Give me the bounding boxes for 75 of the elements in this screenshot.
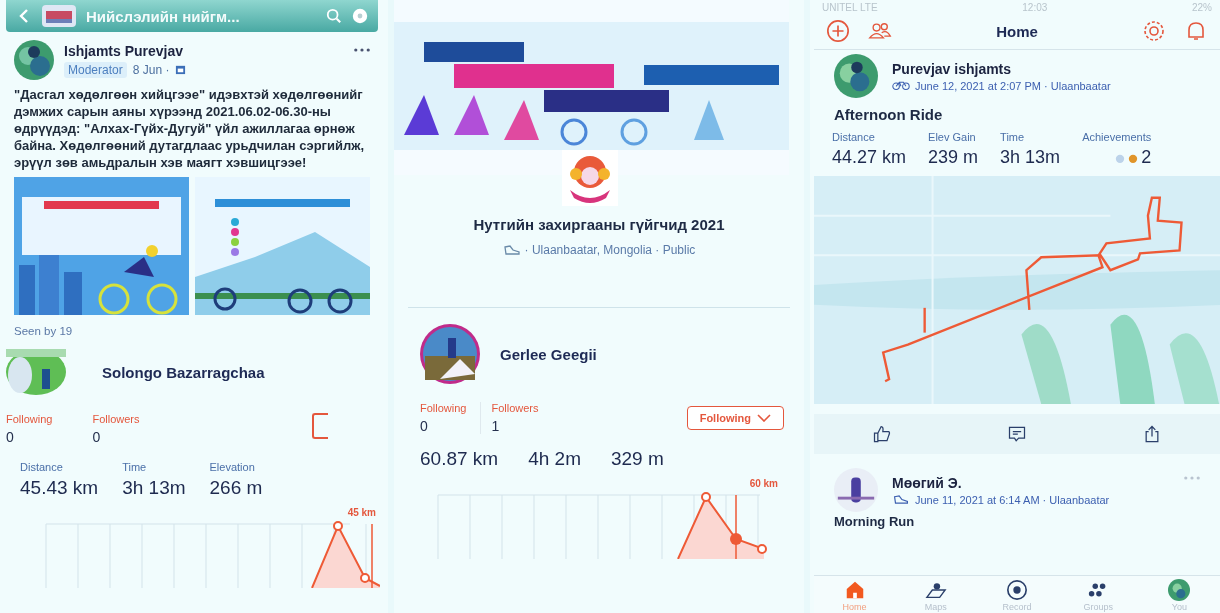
stat-value: 239 m [928,147,979,168]
stat-value: 266 m [209,477,263,499]
author-name[interactable]: Мөөгий Э. [892,474,1170,491]
stat-value: 60.87 km [420,448,499,470]
tab[interactable]: Groups [1068,579,1129,612]
activity-meta: June 11, 2021 at 6:14 AM · Ulaanbaatar [915,493,1110,506]
role-badge: Moderator [64,61,127,78]
activity-title[interactable]: Morning Run [814,512,1220,529]
following-count: 0 [420,418,429,434]
stat-value: 3h 13m [122,477,186,499]
bike-icon [892,80,910,91]
battery-level: 22% [1192,2,1212,13]
stat-label: Distance [832,131,876,143]
stat-value: 3h 13m [1000,147,1061,168]
followers-count: 0 [92,429,102,445]
data-point [360,573,370,583]
stat-label: Time [122,461,148,473]
search-icon[interactable] [326,8,342,24]
chevron-down-icon [757,414,771,422]
like-icon[interactable] [871,424,892,444]
group-title: Нийслэлийн нийгм... [86,7,241,25]
cursor-line [371,523,373,588]
stat-value: 4h 2m [528,448,581,470]
followers-label[interactable]: Followers [92,413,140,425]
stat-label: Distance [20,461,64,473]
activity-meta: June 12, 2021 at 2:07 PM · Ulaanbaatar [915,79,1111,92]
tab[interactable]: Maps [905,579,966,612]
tab[interactable]: Record [986,579,1047,612]
followers-count: 1 [491,418,501,434]
achievement-count: 2 [1141,147,1152,168]
screen-title: Home [995,22,1039,40]
stat-value: 44.27 km [832,147,907,168]
followers-label[interactable]: Followers [491,402,539,414]
stat-label: Elev Gain [928,131,977,143]
chart-label: 60 km [749,478,778,489]
clock: 12:03 [1022,2,1048,13]
data-point [333,521,343,531]
comment-icon[interactable] [1007,424,1027,444]
seen-count: Seen by 19 [14,325,74,337]
shoe-icon [502,244,521,256]
athlete-name: Solongo Bazarragchaa [102,363,265,381]
data-point [730,533,742,545]
club-meta: · Ulaanbaatar, Mongolia · Public [524,243,696,257]
author-name[interactable]: Purevjav ishjamts [892,60,1200,77]
stat-value: 329 m [610,448,664,470]
following-label[interactable]: Following [420,402,467,414]
stat-value: 45.43 km [20,477,99,499]
stat-label: Achievements [1082,131,1152,143]
club-emblem-icon [562,150,618,206]
author-name[interactable]: Ishjamts Purevjav [64,42,344,59]
add-icon[interactable] [826,19,850,43]
calendar-icon [175,64,187,75]
following-button[interactable]: Following [686,406,784,430]
post-date: 8 Jun · [132,62,170,77]
chart-label: 45 km [347,507,376,518]
athlete-name: Gerlee Geegii [500,345,597,363]
follow-button[interactable] [312,413,328,439]
stat-label: Time [1000,131,1026,143]
carrier: UNITEL LTE [822,2,878,13]
data-point [701,492,711,502]
avatar-icon [1167,579,1192,601]
more-icon[interactable] [354,48,370,52]
record-icon [1004,579,1029,601]
post-text: "Дасгал хөдөлгөөн хийцгээе" идэвхтэй хөдөлгөөнийг дэмжих сарын аяны хүрээнд 2021.06.02-06.30-ны өдрүүдэд: "Алхах-Гүйх-Дугуй" үйл ажиллагаа өрнөж байна. Хөдөлгөөний дутагдлаас урьдчилан сэргийлж, эрүүл зөв амьдралын хэв маягт хэвшицгээе! [14,86,366,171]
club-name: Нутгийн захиргааны гүйгчид 2021 [473,216,725,233]
tab[interactable]: Home [824,579,885,612]
data-point [757,544,767,554]
cursor-line [735,494,737,559]
activity-title[interactable]: Afternoon Ride [814,98,1220,123]
following-label[interactable]: Following [6,413,53,425]
following-count: 0 [6,429,15,445]
shoe-icon [892,494,910,505]
profile-icon[interactable] [352,8,368,24]
stat-label: Elevation [209,461,256,473]
settings-icon[interactable] [1142,19,1166,43]
